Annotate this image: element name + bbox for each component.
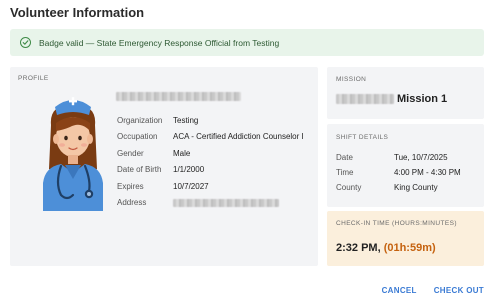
nurse-avatar-icon — [43, 97, 103, 211]
profile-fields: Organization Testing Occupation ACA - Ce… — [117, 112, 304, 211]
shift-label: Time — [336, 168, 354, 177]
check-in-time-card: CHECK-IN TIME (HOURS:MINUTES) 2:32 PM, (… — [327, 211, 484, 266]
shift-value: Tue, 10/7/2025 — [394, 153, 448, 162]
checkin-section-label: CHECK-IN TIME (HOURS:MINUTES) — [336, 220, 457, 227]
badge-valid-banner: Badge valid — State Emergency Response O… — [10, 29, 484, 56]
checkin-duration: (01h:59m) — [383, 242, 436, 254]
volunteer-name-redacted — [116, 92, 241, 101]
shift-row-time: Time 4:00 PM - 4:30 PM — [336, 165, 461, 180]
mission-name-text: Mission 1 — [397, 93, 448, 105]
shift-value: 4:00 PM - 4:30 PM — [394, 168, 461, 177]
field-row-gender: Gender Male — [117, 145, 304, 162]
field-row-expires: Expires 10/7/2027 — [117, 178, 304, 195]
profile-section-label: PROFILE — [18, 75, 49, 82]
field-row-organization: Organization Testing — [117, 112, 304, 129]
shift-label: County — [336, 183, 362, 192]
shift-row-date: Date Tue, 10/7/2025 — [336, 150, 461, 165]
mission-section-label: MISSION — [336, 76, 367, 83]
checkin-time: 2:32 PM, — [336, 242, 384, 254]
field-row-occupation: Occupation ACA - Certified Addiction Cou… — [117, 129, 304, 146]
field-value: Testing — [173, 115, 199, 125]
field-label: Expires — [117, 181, 144, 191]
checkin-time-line: 2:32 PM, (01h:59m) — [336, 242, 436, 254]
field-row-address: Address — [117, 195, 304, 212]
profile-card: PROFILE Organization Testing Occupation … — [10, 67, 318, 266]
check-out-button[interactable]: CHECK OUT — [434, 286, 484, 295]
mission-card: MISSION Mission 1 — [327, 67, 484, 119]
field-label: Address — [117, 198, 147, 208]
field-label: Organization — [117, 115, 163, 125]
cancel-button[interactable]: CANCEL — [382, 286, 417, 295]
check-circle-icon — [20, 37, 31, 48]
shift-rows: Date Tue, 10/7/2025 Time 4:00 PM - 4:30 … — [336, 150, 461, 195]
shift-value: King County — [394, 183, 438, 192]
field-value: 1/1/2000 — [173, 165, 205, 175]
field-value: 10/7/2027 — [173, 181, 209, 191]
shift-label: Date — [336, 153, 353, 162]
mission-prefix-redacted — [336, 94, 394, 104]
address-redacted — [173, 198, 279, 207]
banner-text: Badge valid — State Emergency Response O… — [39, 37, 280, 48]
shift-row-county: County King County — [336, 180, 461, 195]
field-label: Date of Birth — [117, 165, 162, 175]
field-label: Gender — [117, 148, 144, 158]
field-value: Male — [173, 148, 191, 158]
mission-name: Mission 1 — [336, 93, 447, 105]
field-label: Occupation — [117, 132, 158, 142]
field-value: ACA - Certified Addiction Counselor I — [173, 132, 304, 142]
field-row-date-of-birth: Date of Birth 1/1/2000 — [117, 162, 304, 179]
shift-details-card: SHIFT DETAILS Date Tue, 10/7/2025 Time 4… — [327, 124, 484, 207]
dialog-actions: CANCEL CHECK OUT — [382, 286, 484, 295]
dialog-title: Volunteer Information — [10, 5, 145, 20]
shift-section-label: SHIFT DETAILS — [336, 134, 389, 141]
